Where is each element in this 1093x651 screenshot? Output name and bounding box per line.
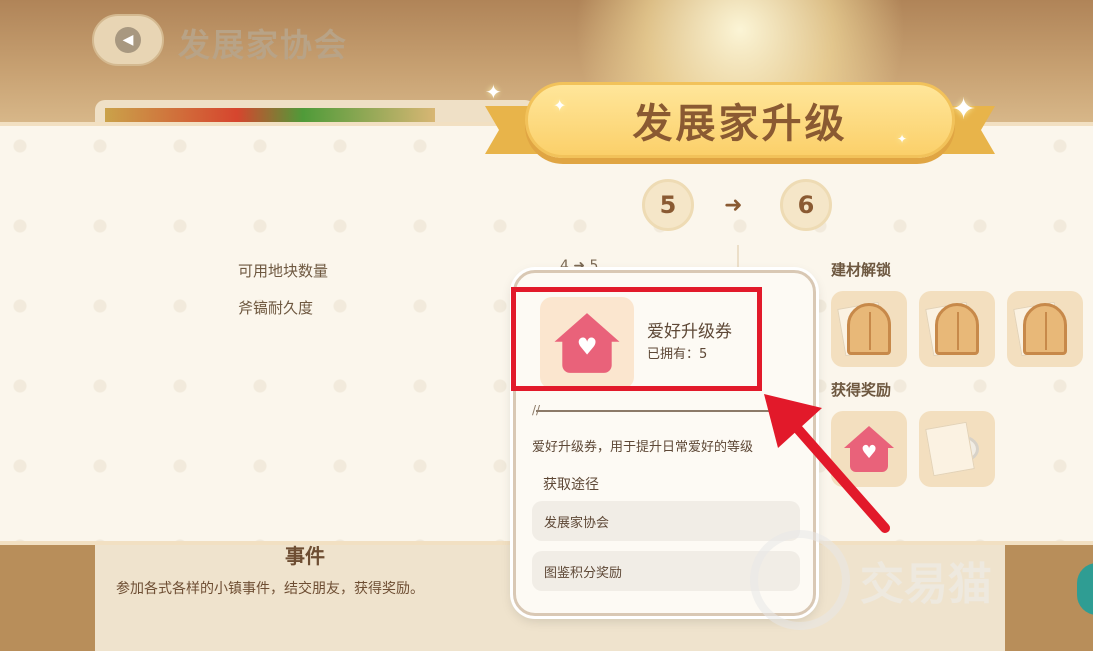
sparkle-icon: ✦ xyxy=(897,132,908,146)
watermark: 交易猫 xyxy=(750,530,992,630)
page-title: 发展家协会 xyxy=(178,26,349,64)
banner-title: 发展家升级 xyxy=(632,101,848,147)
sparkle-icon: ✦ xyxy=(951,92,977,127)
sparkle-icon: ✦ xyxy=(485,80,502,104)
stat-label-plots: 可用地块数量 xyxy=(238,262,329,280)
highlight-box xyxy=(511,287,762,391)
upgrade-banner: 发展家升级 ✦ ✦ ✦ ✦ xyxy=(485,78,995,178)
sparkle-icon: ✦ xyxy=(553,96,567,115)
event-description: 参加各式各样的小镇事件，结交朋友，获得奖励。 xyxy=(116,581,424,597)
stat-label-durability: 斧镐耐久度 xyxy=(238,299,314,317)
material-tile-1[interactable] xyxy=(831,291,907,367)
source-title: 获取途径 xyxy=(543,477,599,493)
level-from: 5 xyxy=(642,179,694,231)
door-icon xyxy=(1023,303,1067,355)
pointer-arrow xyxy=(764,394,890,533)
background-card-top xyxy=(95,100,535,124)
level-arrow-icon: ➜ xyxy=(724,193,743,218)
material-tile-3[interactable] xyxy=(1007,291,1083,367)
back-arrow-icon: ◀ xyxy=(115,27,141,53)
popup-divider xyxy=(536,410,796,412)
watermark-logo-icon xyxy=(750,530,850,630)
back-button[interactable]: ◀ xyxy=(92,14,164,66)
unlock-section-label: 建材解锁 xyxy=(831,261,892,279)
watermark-text: 交易猫 xyxy=(860,559,992,610)
door-icon xyxy=(847,303,891,355)
item-description: 爱好升级券，用于提升日常爱好的等级 xyxy=(532,440,754,455)
door-icon xyxy=(935,303,979,355)
material-tile-2[interactable] xyxy=(919,291,995,367)
level-to: 6 xyxy=(780,179,832,231)
reward-tile-item[interactable] xyxy=(919,411,995,487)
